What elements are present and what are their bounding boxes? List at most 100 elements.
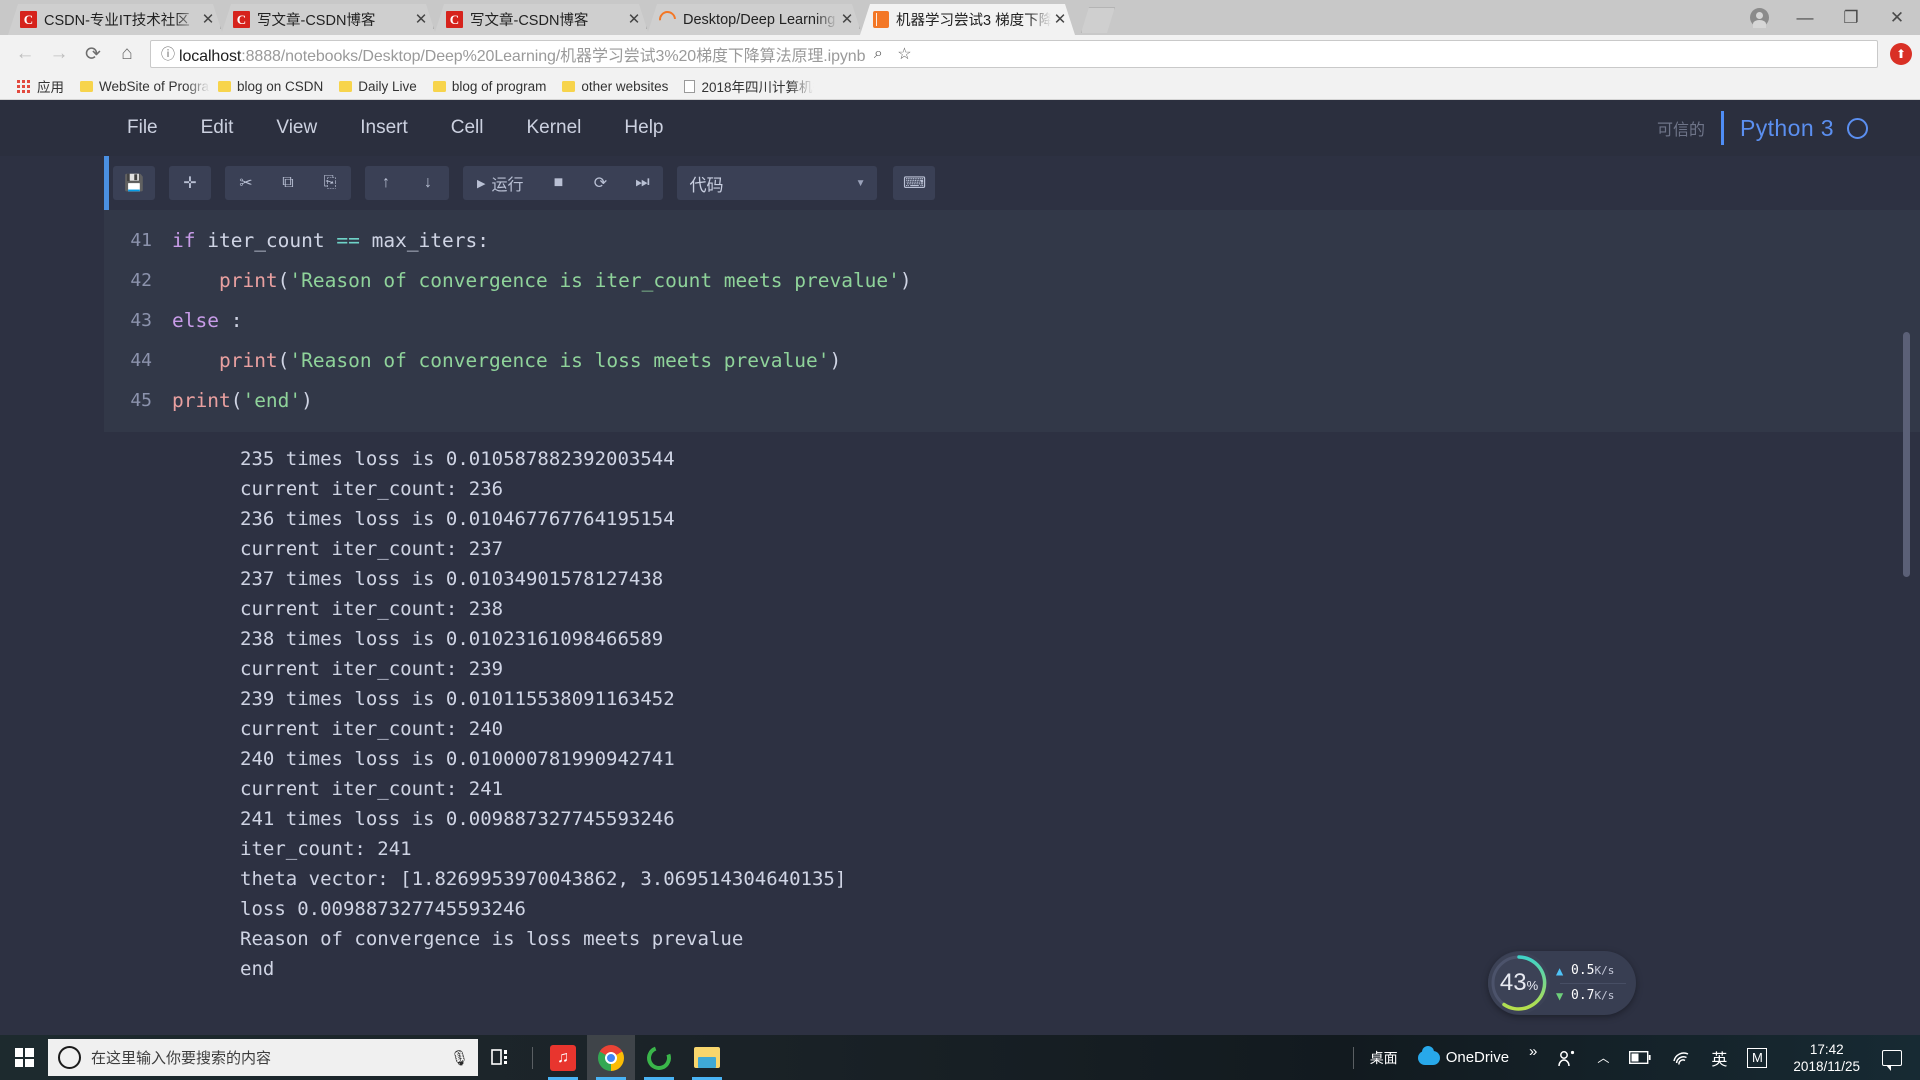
cut-icon[interactable]: ✂ [225,166,267,200]
google-chrome-icon[interactable] [587,1035,635,1080]
apps-grid-icon [17,79,30,93]
wifi-icon[interactable] [1661,1035,1701,1080]
copy-icon[interactable]: ⧉ [267,166,309,200]
close-icon[interactable]: ✕ [838,12,856,27]
menu-insert[interactable]: Insert [343,111,425,145]
forward-icon[interactable]: → [42,37,76,71]
interrupt-kernel-icon[interactable]: ■ [537,166,580,200]
cell-type-select[interactable]: 代码 ▼ [677,166,878,200]
onedrive-cloud-icon [1417,1045,1440,1065]
scrollbar-thumb[interactable] [1903,332,1910,577]
task-view-icon[interactable] [478,1035,526,1080]
bookmark-label: other websites [581,78,669,94]
profile-avatar[interactable] [1736,0,1782,35]
address-bar[interactable]: ⓘ localhost:8888/notebooks/Desktop/Deep%… [150,40,1878,68]
update-icon[interactable]: ⬆ [1890,43,1912,65]
network-rates: ▲ 0.5 K/s ▼ 0.7 K/s [1550,959,1636,1008]
bookmark-label: blog on CSDN [237,78,324,94]
new-tab-button[interactable] [1081,7,1115,33]
maximize-icon[interactable]: ❐ [1828,0,1874,35]
add-cell-icon[interactable]: ✛ [169,166,211,200]
restart-run-all-icon[interactable]: ⏭ [621,166,664,200]
download-rate: ▼ 0.7 K/s [1556,984,1636,1008]
toolbar-group-add: ✛ [169,166,211,200]
usage-unit: % [1526,978,1539,993]
move-cell-up-icon[interactable]: ↑ [365,166,407,200]
chevron-up-icon[interactable]: ︿ [1587,1035,1619,1080]
command-palette-icon[interactable]: ⌨ [893,166,936,200]
close-window-icon[interactable]: ✕ [1874,0,1920,35]
tray-overflow-icon[interactable]: » [1519,1035,1547,1080]
update-arrow: ⬆ [1895,47,1907,61]
sogou-ime-icon[interactable]: M [1737,1035,1777,1080]
move-cell-down-icon[interactable]: ↓ [407,166,449,200]
people-icon[interactable] [1547,1035,1587,1080]
site-info-icon[interactable]: ⓘ [157,44,179,64]
microphone-icon[interactable]: 🎙 [450,1049,469,1067]
paste-icon[interactable]: ⎘ [309,166,351,200]
kernel-idle-circle-icon[interactable] [1847,117,1868,139]
bookmark-other-websites[interactable]: other websites [554,75,676,97]
browser-tab-3[interactable]: C 写文章-CSDN博客 ✕ [434,4,649,35]
code-text: if iter_count == max_iters: [172,228,489,252]
restart-kernel-icon[interactable]: ⟳ [579,166,622,200]
download-unit: K/s [1594,989,1615,1002]
close-icon[interactable]: ✕ [199,12,217,27]
line-number: 41 [130,229,152,251]
bookmark-star-icon[interactable]: ☆ [891,41,917,67]
desktop-label[interactable]: 桌面 [1360,1035,1408,1080]
zoom-icon[interactable]: ⌕ [865,41,891,67]
code-cell-container: 41 if iter_count == max_iters: 42 print('R… [0,210,1920,432]
netease-music-icon[interactable]: ♫ [539,1035,587,1080]
reload-icon[interactable]: ⟳ [76,37,110,71]
menu-file[interactable]: File [110,111,175,145]
close-icon[interactable]: ✕ [1051,12,1069,27]
ime-language-indicator[interactable]: 英 [1701,1035,1737,1080]
browser-tab-2[interactable]: C 写文章-CSDN博客 ✕ [221,4,436,35]
page-scrollbar[interactable] [1903,100,1910,1041]
code-line[interactable]: 43 else : [104,300,1920,340]
save-icon[interactable]: 💾 [113,166,155,200]
bookmark-blog-of-program[interactable]: blog of program [425,75,555,97]
bookmark-daily-live[interactable]: Daily Live [331,75,425,97]
menu-edit[interactable]: Edit [184,111,251,145]
onedrive-item[interactable]: OneDrive [1408,1035,1519,1080]
code-line[interactable]: 42 print('Reason of convergence is iter_… [104,260,1920,300]
bookmark-website-of-program[interactable]: WebSite of Program [72,75,210,97]
network-speed-widget[interactable]: 43% ▲ 0.5 K/s ▼ 0.7 K/s [1488,951,1636,1015]
m-glyph: M [1747,1047,1768,1068]
bookmark-apps[interactable]: 应用 [9,75,72,97]
menu-cell[interactable]: Cell [434,111,501,145]
close-icon[interactable]: ✕ [412,12,430,27]
menu-help[interactable]: Help [607,111,680,145]
taskbar-clock[interactable]: 17:42 2018/11/25 [1777,1041,1872,1075]
code-line[interactable]: 44 print('Reason of convergence is loss … [104,340,1920,380]
code-editor[interactable]: 41 if iter_count == max_iters: 42 print('R… [104,210,1920,432]
bookmark-blog-on-csdn[interactable]: blog on CSDN [210,75,331,97]
minimize-icon[interactable]: — [1782,0,1828,35]
code-line[interactable]: 45 print('end') [104,380,1920,420]
output-line: iter_count: 241 [240,838,412,860]
output-line: current iter_count: 239 [240,658,504,680]
start-button[interactable] [0,1035,48,1080]
output-line: current iter_count: 237 [240,538,504,560]
browser-tab-4[interactable]: Desktop/Deep Learning ✕ [647,4,862,35]
file-explorer-icon[interactable] [683,1035,731,1080]
menu-view[interactable]: View [259,111,334,145]
back-icon[interactable]: ← [8,37,42,71]
browser-tab-1[interactable]: C CSDN-专业IT技术社区 ✕ [8,4,223,35]
menu-kernel[interactable]: Kernel [509,111,598,145]
bookmark-2018-sichuan[interactable]: 2018年四川计算机等 [676,75,814,97]
green-ring-icon[interactable] [635,1035,683,1080]
run-button[interactable]: ▶ 运行 [463,166,538,200]
search-input[interactable]: 在这里输入你要搜索的内容 🎙 [48,1039,478,1076]
code-line[interactable]: 41 if iter_count == max_iters: [104,220,1920,260]
battery-icon[interactable] [1619,1035,1661,1080]
output-line: 235 times loss is 0.010587882392003544 [240,448,675,470]
output-line: loss 0.009887327745593246 [240,898,526,920]
close-icon[interactable]: ✕ [625,12,643,27]
action-center-icon[interactable] [1872,1035,1912,1080]
home-icon[interactable]: ⌂ [110,37,144,71]
trusted-label[interactable]: 可信的 [1657,116,1705,140]
browser-tab-5-active[interactable]: 机器学习尝试3 梯度下降 ✕ [860,4,1075,35]
